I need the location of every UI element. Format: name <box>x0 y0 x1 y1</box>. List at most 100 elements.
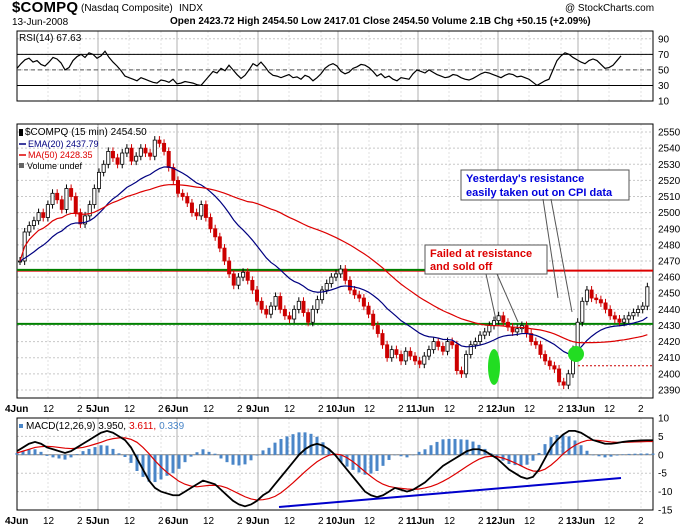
x-day-label: 12Jun <box>486 516 515 527</box>
rsi-line <box>16 50 622 87</box>
annotation-cpi: Yesterday's resistance easily taken out o… <box>460 169 630 313</box>
candle-body <box>64 188 69 210</box>
candle-body <box>268 305 273 315</box>
highlight-marker <box>568 346 584 362</box>
macd-hist-bar <box>429 445 433 455</box>
candle-body <box>422 355 427 365</box>
candle-body <box>603 302 608 310</box>
macd-hist-bar <box>621 454 625 455</box>
macd-tick-label: -5 <box>658 469 667 480</box>
macd-hist-bar <box>591 454 595 456</box>
candle-body <box>612 315 617 320</box>
candle-body <box>640 305 645 310</box>
macd-hist-bar <box>393 454 397 456</box>
candle-body <box>515 328 520 333</box>
candle-body <box>338 268 343 275</box>
candle-body <box>138 147 143 157</box>
annotation-pointer <box>550 198 573 313</box>
x-day-label: 13Jun <box>566 404 595 415</box>
candle-body <box>166 150 171 168</box>
rsi-panel-frame <box>16 30 654 102</box>
legend-ema: EMA(20) 2437.79 <box>28 139 99 149</box>
legend-ma: MA(50) 2428.35 <box>28 150 93 160</box>
macd-hist-bar <box>627 453 631 455</box>
macd-hist-bar <box>45 454 49 456</box>
legend-volume-swatch <box>19 163 24 168</box>
x-hour-label: 12 <box>203 404 215 415</box>
x-hour-label: 12 <box>364 516 376 527</box>
candle-body <box>264 308 269 315</box>
candle-body <box>543 354 548 362</box>
candle-body <box>412 355 417 362</box>
candle-body <box>450 341 455 346</box>
candle-body <box>31 220 36 226</box>
macd-hist-bar <box>87 448 91 455</box>
candle-body <box>566 373 571 386</box>
x-hour-label: 2 <box>398 404 404 415</box>
macd-histogram <box>15 432 655 483</box>
x-hour-label: 2 <box>77 516 83 527</box>
candle-body <box>426 349 431 357</box>
candle-body <box>282 308 287 317</box>
x-day-label: 10Jun <box>326 404 355 415</box>
x-hour-label: 12 <box>43 516 55 527</box>
candle-body <box>115 157 120 165</box>
macd-hist-bar <box>285 436 289 455</box>
macd-hist-bar <box>357 454 361 473</box>
candle-body <box>73 196 78 214</box>
price-tick-label: 2550 <box>658 128 681 139</box>
price-tick-label: 2530 <box>658 160 681 171</box>
candle-body <box>580 300 585 323</box>
candle-body <box>315 299 320 310</box>
price-tick-label: 2410 <box>658 353 681 364</box>
macd-hist-bar <box>537 452 541 455</box>
candle-body <box>106 150 111 165</box>
candle-body <box>557 368 562 383</box>
candle-body <box>194 212 199 217</box>
candle-body <box>491 320 496 326</box>
macd-hist-bar <box>597 454 601 457</box>
candle-body <box>222 247 227 262</box>
candle-body <box>533 341 538 346</box>
macd-tick-label: -15 <box>658 506 673 517</box>
candle-body <box>552 365 557 370</box>
candle-body <box>626 315 631 320</box>
legend-macd-hist: 0.339 <box>159 421 184 432</box>
candle-body <box>598 299 603 304</box>
macd-hist-bar <box>81 451 85 455</box>
candle-body <box>143 147 148 154</box>
candle-body <box>617 318 622 323</box>
macd-hist-bar <box>93 447 97 455</box>
macd-hist-bar <box>255 454 259 456</box>
candle-body <box>366 305 371 315</box>
macd-legend: MACD(12,26,9) 3.950, 3.611, 0.339 <box>19 421 185 432</box>
candle-body <box>385 344 390 359</box>
x-hour-label: 12 <box>284 404 296 415</box>
annotation-text: Failed at resistance <box>430 248 532 260</box>
rsi-tick-label: 50 <box>658 65 670 76</box>
macd-hist-bar <box>399 454 403 457</box>
rsi-tick-label: 70 <box>658 50 670 61</box>
candle-body <box>510 326 515 333</box>
candle-body <box>27 225 32 233</box>
x-hour-label: 12 <box>284 516 296 527</box>
candle-body <box>431 341 436 351</box>
candle-body <box>538 344 543 355</box>
candle-body <box>301 300 306 313</box>
x-hour-label: 12 <box>444 516 456 527</box>
macd-hist-bar <box>453 438 457 455</box>
macd-hist-bar <box>243 454 247 465</box>
price-tick-label: 2450 <box>658 289 681 300</box>
candle-body <box>278 296 283 310</box>
candle-body <box>324 283 329 291</box>
macd-hist-bar <box>615 454 619 456</box>
legend-candle-icon <box>19 129 23 136</box>
macd-hist-bar <box>651 453 655 455</box>
x-hour-label: 12 <box>524 516 536 527</box>
macd-hist-bar <box>417 451 421 455</box>
macd-hist-bar <box>315 436 319 455</box>
rsi-tick-label: 90 <box>658 34 670 45</box>
annotation-pointer <box>485 273 497 321</box>
macd-hist-bar <box>75 454 79 455</box>
candle-body <box>357 294 362 299</box>
